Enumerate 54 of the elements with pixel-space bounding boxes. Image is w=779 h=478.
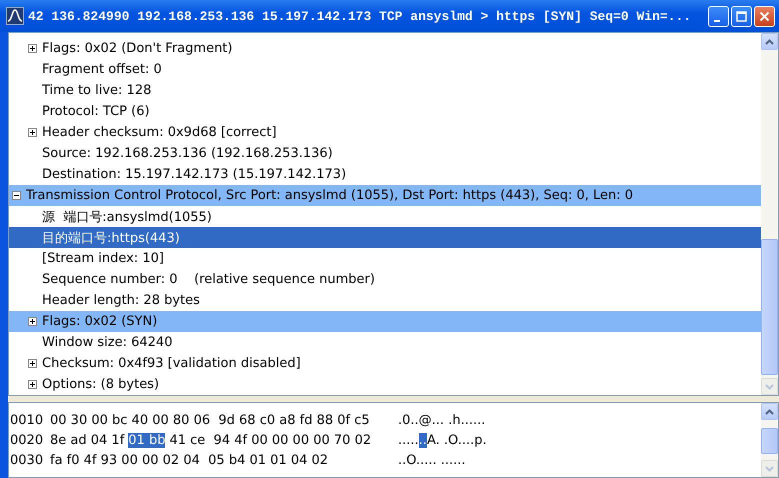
tree-item[interactable]: Destination: 15.197.142.173 (15.197.142.173) xyxy=(42,167,346,182)
tree-item[interactable]: Protocol: TCP (6) xyxy=(42,104,150,119)
hex-offset: 0030 xyxy=(10,452,44,468)
ascii-text[interactable]: .0..@... .h...... xyxy=(398,412,486,428)
hex-bytes[interactable]: 01 bb xyxy=(128,432,166,448)
down-caret-icon xyxy=(765,384,774,390)
tree-item[interactable]: Flags: 0x02 (Don't Fragment) xyxy=(42,41,232,56)
tree-item[interactable]: Source: 192.168.253.136 (192.168.253.136) xyxy=(42,146,333,161)
hex-bytes[interactable]: fa f0 4f 93 00 00 02 04 05 b4 01 01 04 02 xyxy=(50,452,328,468)
scroll-up-button[interactable] xyxy=(761,403,778,420)
hex-offset: 0010 xyxy=(10,412,44,428)
hex-offset: 0020 xyxy=(10,432,44,448)
ascii-text[interactable]: ..O..... ...... xyxy=(398,452,466,468)
tree-item[interactable]: Time to live: 128 xyxy=(42,83,152,98)
tree-item[interactable]: Flags: 0x02 (SYN) xyxy=(42,314,158,329)
window-title: 42 136.824990 192.168.253.136 15.197.142.173 TCP ansyslmd > https [SYN] Seq=0 Win=... xyxy=(28,8,692,24)
maximize-icon xyxy=(736,10,747,22)
app-icon xyxy=(6,7,24,25)
expand-icon[interactable] xyxy=(28,359,37,368)
ascii-text[interactable]: .. xyxy=(418,432,427,448)
tree-item[interactable]: Window size: 64240 xyxy=(42,335,172,350)
down-caret-icon xyxy=(765,466,774,472)
close-button[interactable] xyxy=(754,6,775,26)
tree-item[interactable]: Sequence number: 0 (relative sequence number) xyxy=(42,272,375,287)
hex-bytes[interactable]: 8e ad 04 1f xyxy=(50,432,124,448)
ascii-text[interactable]: ..... xyxy=(398,432,419,448)
tree-item[interactable]: Checksum: 0x4f93 [validation disabled] xyxy=(42,356,301,371)
ascii-text[interactable]: A. .O....p. xyxy=(426,432,487,448)
minimize-button[interactable] xyxy=(708,6,729,26)
tree-item[interactable]: 目的端口号:https(443) xyxy=(42,228,180,246)
tree-item[interactable]: Options: (8 bytes) xyxy=(42,377,160,392)
scrollbar[interactable] xyxy=(761,33,778,395)
up-caret-icon xyxy=(765,38,774,44)
hex-bytes[interactable]: 41 ce 94 4f 00 00 00 00 70 02 xyxy=(169,432,372,448)
collapse-icon[interactable] xyxy=(12,191,21,200)
up-caret-icon xyxy=(765,408,774,414)
tree-item[interactable]: Transmission Control Protocol, Src Port: ansyslmd (1055), Dst Port: https (443), Seq: 0, Len: 0 xyxy=(26,188,634,203)
maximize-button[interactable] xyxy=(731,6,752,26)
scrollbar[interactable] xyxy=(761,403,778,477)
expand-icon[interactable] xyxy=(28,128,37,137)
tree-item[interactable]: Header checksum: 0x9d68 [correct] xyxy=(42,125,277,140)
tree-item[interactable]: Fragment offset: 0 xyxy=(42,62,162,77)
expand-icon[interactable] xyxy=(28,317,37,326)
tree-item[interactable]: [Stream index: 10] xyxy=(42,251,164,266)
tree-item[interactable]: 源 端口号:ansyslmd(1055) xyxy=(42,208,212,226)
scroll-up-button[interactable] xyxy=(761,33,778,50)
scroll-thumb[interactable] xyxy=(761,239,778,375)
hex-bytes[interactable]: 00 30 00 bc 40 00 80 06 9d 68 c0 a8 fd 88 0f c5 xyxy=(50,412,370,428)
minimize-icon xyxy=(714,20,720,22)
expand-icon[interactable] xyxy=(28,44,37,53)
expand-icon[interactable] xyxy=(28,380,37,389)
close-icon xyxy=(759,10,770,22)
scroll-thumb[interactable] xyxy=(761,428,778,454)
tree-item[interactable]: Header length: 28 bytes xyxy=(42,293,200,308)
